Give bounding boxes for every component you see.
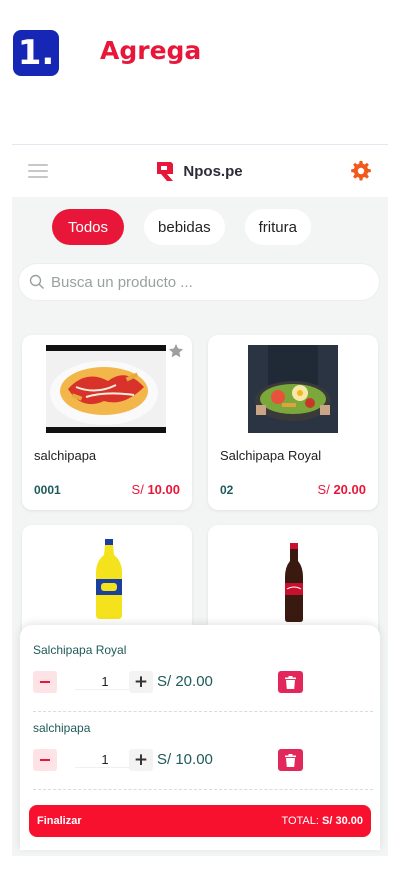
- app-screen: Npos.pe Todos bebidas fritura Busca un p…: [12, 144, 388, 856]
- product-price: S/ 10.00: [131, 482, 180, 497]
- salchipapa-photo: [46, 345, 166, 433]
- delete-item-button[interactable]: [278, 749, 303, 771]
- gear-icon[interactable]: [350, 160, 372, 182]
- product-code: 0001: [34, 483, 61, 497]
- cart-item: Salchipapa Royal 1 + S/ 20.00: [33, 643, 373, 695]
- divider: [33, 711, 373, 712]
- search-icon: [29, 274, 44, 289]
- coca-cola-bottle-photo: [285, 543, 303, 622]
- increase-quantity-button[interactable]: +: [129, 749, 153, 771]
- cart-item-name: Salchipapa Royal: [33, 643, 127, 657]
- divider: [33, 789, 373, 790]
- finalize-button[interactable]: Finalizar TOTAL: S/ 30.00: [29, 805, 371, 837]
- product-name: salchipapa: [34, 448, 97, 463]
- cart-item-price: S/ 10.00: [157, 751, 213, 768]
- step-title: Agrega: [100, 36, 202, 65]
- increase-quantity-button[interactable]: +: [129, 671, 153, 693]
- decrease-quantity-button[interactable]: [33, 749, 57, 771]
- quantity-value[interactable]: 1: [75, 674, 135, 690]
- cart-item-price: S/ 20.00: [157, 673, 213, 690]
- product-name: Salchipapa Royal: [220, 448, 322, 463]
- cart-item-name: salchipapa: [33, 721, 91, 735]
- quantity-value[interactable]: 1: [75, 752, 135, 768]
- search-input[interactable]: [51, 273, 351, 291]
- brand-logo-icon: [157, 162, 174, 181]
- inca-kola-bottle-photo: [96, 539, 122, 619]
- cart-item: salchipapa 1 + S/ 10.00: [33, 721, 373, 773]
- category-chip-bebidas[interactable]: bebidas: [144, 209, 225, 245]
- trash-icon: [285, 753, 296, 767]
- brand: Npos.pe: [155, 159, 243, 183]
- step-number-badge: 1.: [13, 30, 59, 76]
- quantity-stepper: 1 + S/ 10.00: [33, 749, 373, 773]
- category-chip-fritura[interactable]: fritura: [244, 209, 311, 245]
- hamburger-menu-icon[interactable]: [28, 164, 48, 178]
- top-bar: Npos.pe: [12, 145, 388, 197]
- trash-icon: [285, 675, 296, 689]
- category-chip-todos[interactable]: Todos: [52, 209, 125, 245]
- cart-total: TOTAL: S/ 30.00: [281, 815, 363, 827]
- app-name: Npos.pe: [183, 162, 243, 180]
- cart-panel: Salchipapa Royal 1 + S/ 20.00 salchipapa: [20, 625, 380, 850]
- product-code: 02: [220, 483, 234, 497]
- product-card[interactable]: salchipapa 0001 S/ 10.00: [22, 335, 192, 510]
- search-bar: [18, 263, 380, 301]
- star-icon[interactable]: [168, 343, 184, 359]
- finalize-label: Finalizar: [37, 815, 82, 827]
- quantity-stepper: 1 + S/ 20.00: [33, 671, 373, 695]
- category-filter: Todos bebidas fritura: [12, 197, 388, 245]
- salchipapa-royal-photo: [248, 345, 338, 433]
- product-price: S/ 20.00: [317, 482, 366, 497]
- delete-item-button[interactable]: [278, 671, 303, 693]
- decrease-quantity-button[interactable]: [33, 671, 57, 693]
- product-card[interactable]: Salchipapa Royal 02 S/ 20.00: [208, 335, 378, 510]
